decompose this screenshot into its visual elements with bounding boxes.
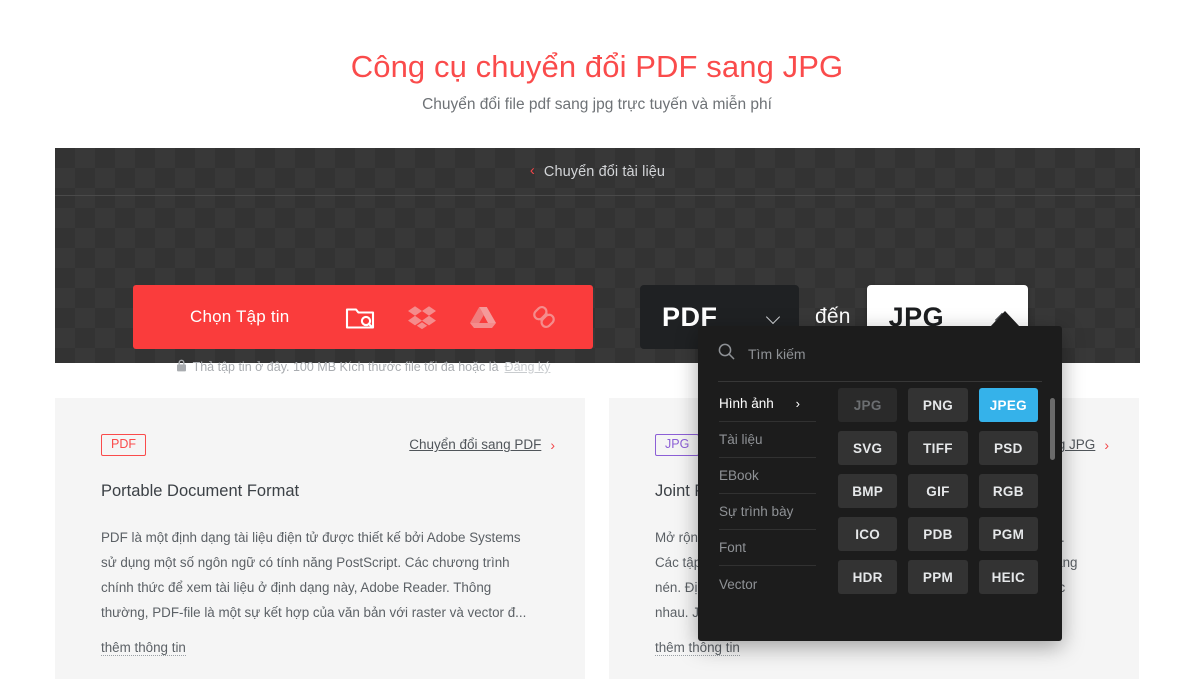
category-label: Sự trình bày: [719, 504, 794, 519]
chevron-down-icon: [767, 310, 781, 324]
category-item-font[interactable]: Font: [719, 530, 816, 566]
upload-area: Chọn Tập tin Thả tập tin ở đây. 100 MB K…: [133, 285, 593, 375]
chevron-right-icon: ›: [550, 436, 555, 453]
format-chip-tiff[interactable]: TIFF: [908, 431, 968, 465]
category-item-tai-lieu[interactable]: Tài liệu: [719, 422, 816, 458]
drop-hint-text: Thả tập tin ở đây. 100 MB Kích thước fil…: [192, 360, 499, 374]
format-badge-jpg: JPG: [655, 434, 700, 456]
format-dropdown: Hình ảnh › Tài liệu EBook Sự trình bày F…: [698, 326, 1062, 641]
dropdown-caret: [990, 311, 1020, 327]
format-chip-ico[interactable]: ICO: [838, 517, 898, 551]
chevron-right-icon: ›: [1104, 436, 1109, 453]
corner-artifact: [0, 657, 38, 679]
search-icon: [718, 343, 735, 365]
format-chip-pdb[interactable]: PDB: [908, 517, 968, 551]
panel-header-label[interactable]: Chuyển đổi tài liệu: [544, 164, 665, 180]
chevron-right-icon: ›: [795, 396, 800, 411]
format-chip-svg[interactable]: SVG: [838, 431, 898, 465]
card-title: Portable Document Format: [101, 481, 300, 500]
more-info-link[interactable]: thêm thông tin: [101, 640, 186, 656]
back-chevron-icon[interactable]: ‹: [530, 163, 535, 178]
search-input[interactable]: [748, 345, 1042, 362]
category-list: Hình ảnh › Tài liệu EBook Sự trình bày F…: [698, 386, 816, 640]
format-chip-png[interactable]: PNG: [908, 388, 968, 422]
google-drive-icon[interactable]: [468, 304, 498, 330]
format-chip-hdr[interactable]: HDR: [838, 560, 898, 594]
drop-hint: Thả tập tin ở đây. 100 MB Kích thước fil…: [133, 359, 593, 375]
category-label: Vector: [719, 576, 758, 592]
card-header: PDF Chuyển đổi sang PDF ›: [101, 434, 555, 456]
convert-to-pdf-link[interactable]: Chuyển đổi sang PDF ›: [409, 437, 555, 453]
format-chip-gif[interactable]: GIF: [908, 474, 968, 508]
category-label: Font: [719, 540, 747, 555]
lock-icon: [176, 359, 187, 375]
format-chip-ppm[interactable]: PPM: [908, 560, 968, 594]
dropbox-icon[interactable]: [407, 304, 437, 330]
info-card-pdf: PDF Chuyển đổi sang PDF › Portable Docum…: [55, 398, 585, 679]
hero-section: Công cụ chuyển đổi PDF sang JPG Chuyển đ…: [0, 0, 1194, 116]
dropdown-search-row: [718, 326, 1042, 382]
dropdown-scrollbar[interactable]: [1050, 398, 1055, 634]
format-chip-bmp[interactable]: BMP: [838, 474, 898, 508]
dropdown-scrollbar-thumb[interactable]: [1050, 398, 1055, 460]
page-root: Công cụ chuyển đổi PDF sang JPG Chuyển đ…: [0, 0, 1194, 679]
category-item-vector[interactable]: Vector: [719, 566, 816, 602]
category-label: EBook: [719, 468, 759, 483]
link-icon[interactable]: [529, 304, 559, 330]
panel-header: ‹ Chuyển đổi tài liệu: [55, 148, 1140, 196]
signup-link[interactable]: Đăng ký: [505, 360, 551, 374]
category-label: Hình ảnh: [719, 396, 774, 411]
card-description: PDF là một định dạng tài liệu điện tử đư…: [101, 529, 527, 620]
upload-source-icons: [329, 304, 593, 330]
category-item-hinh-anh[interactable]: Hình ảnh ›: [719, 386, 816, 422]
category-item-ebook[interactable]: EBook: [719, 458, 816, 494]
page-title: Công cụ chuyển đổi PDF sang JPG: [350, 49, 844, 84]
format-badge-pdf: PDF: [101, 434, 146, 456]
format-chip-heic[interactable]: HEIC: [978, 560, 1038, 594]
folder-search-icon[interactable]: [345, 304, 375, 330]
format-chip-pgm[interactable]: PGM: [978, 517, 1038, 551]
convert-link-label: Chuyển đổi sang PDF: [409, 437, 542, 453]
format-chip-psd[interactable]: PSD: [978, 431, 1038, 465]
format-chip-jpeg[interactable]: JPEG: [978, 388, 1038, 422]
dropdown-body: Hình ảnh › Tài liệu EBook Sự trình bày F…: [698, 382, 1062, 640]
format-chip-jpg: JPG: [838, 388, 898, 422]
category-label: Tài liệu: [719, 432, 763, 447]
page-subtitle: Chuyển đổi file pdf sang jpg trực tuyến …: [422, 96, 772, 113]
more-info-link[interactable]: thêm thông tin: [655, 640, 740, 656]
choose-file-label: Chọn Tập tin: [190, 307, 290, 326]
format-grid: JPG PNG JPEG SVG TIFF PSD BMP GIF RGB IC…: [816, 386, 1062, 640]
choose-file-button[interactable]: Chọn Tập tin: [133, 285, 593, 349]
category-item-su-trinh-bay[interactable]: Sự trình bày: [719, 494, 816, 530]
format-chip-rgb[interactable]: RGB: [978, 474, 1038, 508]
